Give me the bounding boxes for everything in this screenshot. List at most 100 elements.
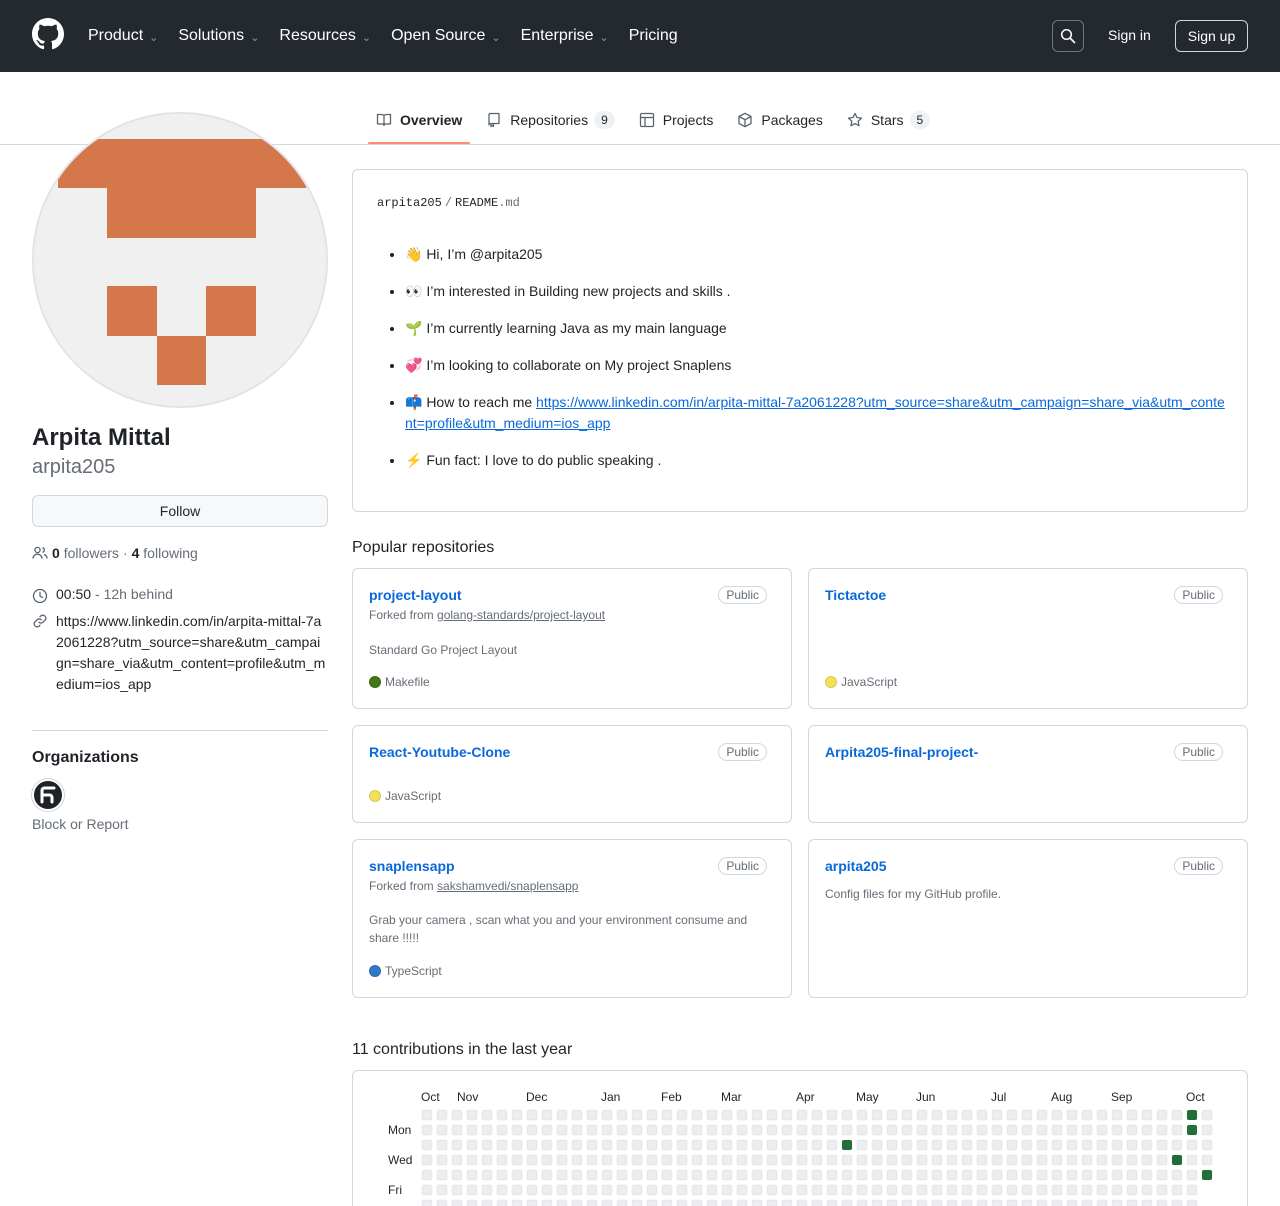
contribution-day[interactable] (1036, 1109, 1048, 1121)
contribution-day[interactable] (571, 1199, 583, 1206)
contribution-day[interactable] (796, 1169, 808, 1181)
forked-from-link[interactable]: sakshamvedi/snaplensapp (437, 879, 578, 893)
contribution-day[interactable] (931, 1184, 943, 1196)
contribution-day[interactable] (766, 1154, 778, 1166)
contribution-day[interactable] (556, 1124, 568, 1136)
contribution-day[interactable] (736, 1169, 748, 1181)
search-button[interactable] (1052, 20, 1084, 52)
contribution-day[interactable] (826, 1124, 838, 1136)
contribution-day[interactable] (826, 1169, 838, 1181)
contribution-day[interactable] (1186, 1154, 1198, 1166)
contribution-day[interactable] (646, 1184, 658, 1196)
contribution-day[interactable] (691, 1184, 703, 1196)
contribution-day[interactable] (961, 1139, 973, 1151)
contribution-day[interactable] (1201, 1109, 1213, 1121)
contribution-day[interactable] (556, 1184, 568, 1196)
contribution-day[interactable] (676, 1199, 688, 1206)
contribution-day[interactable] (436, 1169, 448, 1181)
contribution-day[interactable] (991, 1199, 1003, 1206)
contribution-day[interactable] (796, 1109, 808, 1121)
contribution-day[interactable] (751, 1199, 763, 1206)
contribution-day[interactable] (1081, 1109, 1093, 1121)
contribution-day[interactable] (1141, 1199, 1153, 1206)
contribution-day[interactable] (781, 1154, 793, 1166)
profile-avatar[interactable] (32, 112, 328, 408)
contribution-day[interactable] (1096, 1199, 1108, 1206)
contribution-day[interactable] (421, 1154, 433, 1166)
contribution-day[interactable] (781, 1199, 793, 1206)
contribution-day[interactable] (526, 1109, 538, 1121)
github-logo-icon[interactable] (32, 18, 64, 50)
contribution-day[interactable] (1006, 1169, 1018, 1181)
contribution-day[interactable] (901, 1169, 913, 1181)
contribution-day[interactable] (436, 1184, 448, 1196)
contribution-day[interactable] (706, 1154, 718, 1166)
contribution-day[interactable] (826, 1154, 838, 1166)
contribution-day[interactable] (886, 1109, 898, 1121)
contribution-day[interactable] (541, 1124, 553, 1136)
contribution-day[interactable] (781, 1184, 793, 1196)
contribution-day[interactable] (1066, 1169, 1078, 1181)
contribution-day[interactable] (736, 1109, 748, 1121)
contribution-day[interactable] (571, 1154, 583, 1166)
block-or-report-link[interactable]: Block or Report (32, 816, 128, 832)
contribution-day[interactable] (811, 1169, 823, 1181)
contribution-day[interactable] (961, 1199, 973, 1206)
contribution-day[interactable] (526, 1154, 538, 1166)
contribution-day[interactable] (601, 1139, 613, 1151)
contribution-day[interactable] (871, 1184, 883, 1196)
contribution-day[interactable] (481, 1169, 493, 1181)
contribution-day[interactable] (1051, 1169, 1063, 1181)
contribution-day[interactable] (811, 1184, 823, 1196)
tab-overview[interactable]: Overview (368, 96, 471, 144)
contribution-day[interactable] (1126, 1139, 1138, 1151)
contribution-day[interactable] (1171, 1124, 1183, 1136)
contribution-day[interactable] (1126, 1109, 1138, 1121)
contribution-day[interactable] (511, 1109, 523, 1121)
contribution-day[interactable] (1201, 1139, 1213, 1151)
contribution-day[interactable] (931, 1169, 943, 1181)
contribution-day[interactable] (631, 1169, 643, 1181)
contribution-day[interactable] (931, 1154, 943, 1166)
contribution-day[interactable] (1081, 1184, 1093, 1196)
contribution-day[interactable] (1141, 1169, 1153, 1181)
contribution-day[interactable] (1096, 1124, 1108, 1136)
contribution-day[interactable] (496, 1184, 508, 1196)
contribution-day[interactable] (781, 1139, 793, 1151)
contribution-day[interactable] (1111, 1169, 1123, 1181)
contribution-day[interactable] (796, 1124, 808, 1136)
contribution-day[interactable] (736, 1154, 748, 1166)
contribution-day[interactable] (991, 1109, 1003, 1121)
contribution-day[interactable] (676, 1184, 688, 1196)
contribution-day[interactable] (601, 1199, 613, 1206)
contribution-day[interactable] (1126, 1199, 1138, 1206)
contribution-day[interactable] (946, 1124, 958, 1136)
contribution-day[interactable] (1081, 1199, 1093, 1206)
contribution-day[interactable] (976, 1169, 988, 1181)
contribution-day[interactable] (811, 1109, 823, 1121)
contribution-day[interactable] (916, 1124, 928, 1136)
contribution-day[interactable] (1141, 1124, 1153, 1136)
nav-pricing[interactable]: Pricing (629, 27, 678, 45)
contribution-day[interactable] (1126, 1124, 1138, 1136)
contribution-day[interactable] (856, 1109, 868, 1121)
contribution-day[interactable] (976, 1184, 988, 1196)
contribution-day[interactable] (1066, 1184, 1078, 1196)
contribution-day[interactable] (706, 1124, 718, 1136)
repo-name-link[interactable]: arpita205 (825, 858, 886, 874)
contribution-day[interactable] (496, 1169, 508, 1181)
contribution-day[interactable] (1081, 1154, 1093, 1166)
contribution-day[interactable] (496, 1124, 508, 1136)
contribution-day[interactable] (841, 1154, 853, 1166)
contribution-day[interactable] (421, 1184, 433, 1196)
contribution-day[interactable] (541, 1199, 553, 1206)
contribution-day[interactable] (946, 1169, 958, 1181)
contribution-day-active[interactable] (841, 1139, 853, 1151)
contribution-day[interactable] (1156, 1154, 1168, 1166)
contribution-day[interactable] (961, 1169, 973, 1181)
contribution-day[interactable] (931, 1124, 943, 1136)
contribution-day[interactable] (856, 1169, 868, 1181)
contribution-day[interactable] (901, 1124, 913, 1136)
contribution-day[interactable] (1171, 1139, 1183, 1151)
contribution-day[interactable] (946, 1154, 958, 1166)
